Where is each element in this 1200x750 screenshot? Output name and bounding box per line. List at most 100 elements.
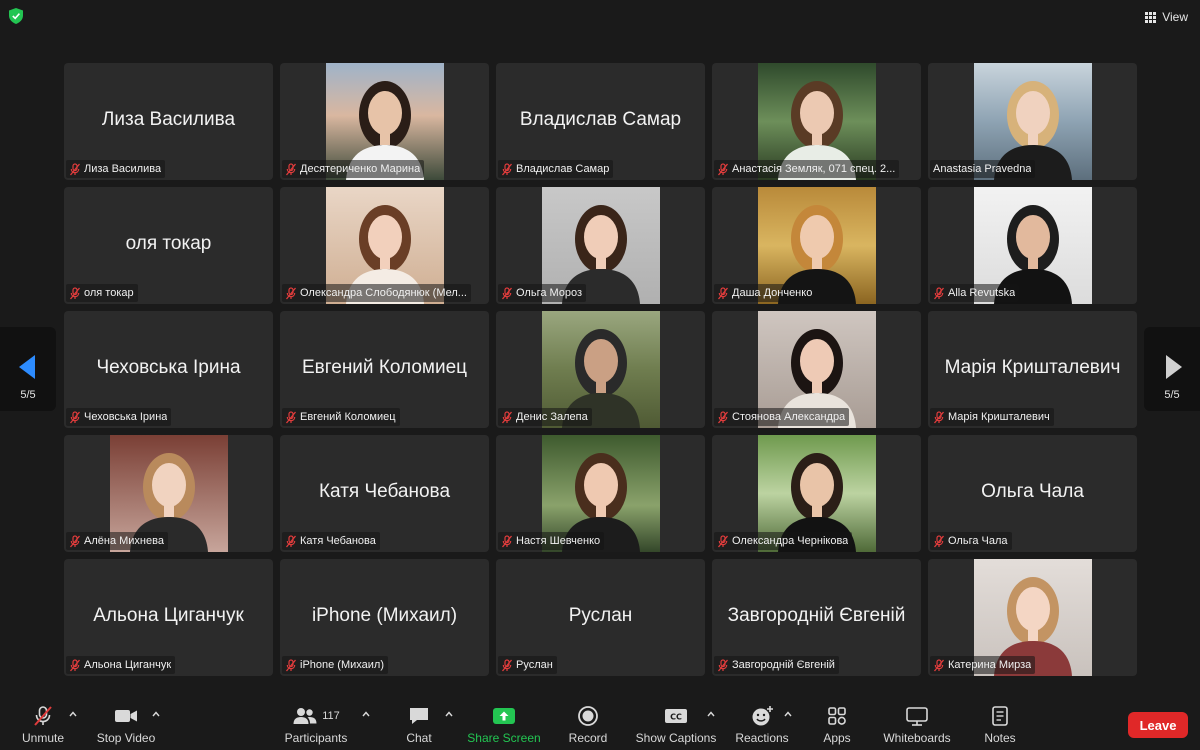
participant-nameplate: Anastasia Pravedna [930, 160, 1036, 178]
participant-name-label: Марія Кришталевич [948, 411, 1050, 423]
participant-name-label: Ольга Чала [948, 535, 1008, 547]
chat-bubble-icon [410, 708, 428, 724]
participant-display-name: Евгений Коломиец [301, 357, 468, 378]
shield-check-icon[interactable] [9, 8, 23, 24]
participant-tile[interactable]: Ольга Мороз [496, 187, 705, 304]
participant-name-label: Алёна Михнева [84, 535, 164, 547]
microphone-muted-icon [501, 534, 513, 547]
chevron-up-icon [784, 711, 792, 717]
participant-tile[interactable]: Денис Залепа [496, 311, 705, 428]
participant-tile[interactable]: Десятериченко Марина [280, 63, 489, 180]
participant-tile[interactable]: Катя Чебанова Катя Чебанова [280, 435, 489, 552]
microphone-muted-icon [69, 162, 81, 175]
participant-tile[interactable]: Альона Циганчук Альона Циганчук [64, 559, 273, 676]
participants-button[interactable]: 117 Participants [282, 705, 350, 747]
participant-name-label: Денис Залепа [516, 411, 588, 423]
record-icon [578, 706, 598, 726]
microphone-muted-icon [285, 658, 297, 671]
show-captions-button[interactable]: CC Show Captions [634, 705, 718, 747]
participant-nameplate: Alla Revutska [930, 284, 1020, 302]
participants-options-caret[interactable] [362, 710, 370, 718]
participant-tile[interactable]: Ольга Чала Ольга Чала [928, 435, 1137, 552]
participant-tile[interactable]: iPhone (Михаил) iPhone (Михаил) [280, 559, 489, 676]
top-bar: View [0, 0, 1200, 34]
participant-tile[interactable]: Марія Кришталевич Марія Кришталевич [928, 311, 1137, 428]
participants-count: 117 [322, 710, 340, 722]
captions-options-caret[interactable] [707, 710, 715, 718]
participant-nameplate: Евгений Коломиец [282, 408, 400, 426]
participant-tile[interactable]: Олександра Слободянюк (Мел... [280, 187, 489, 304]
participant-tile[interactable]: Alla Revutska [928, 187, 1137, 304]
microphone-muted-icon [285, 534, 297, 547]
participant-display-name: Ольга Чала [981, 481, 1084, 502]
closed-captions-icon: CC [665, 709, 687, 723]
reactions-options-caret[interactable] [784, 710, 792, 718]
participant-nameplate: оля токар [66, 284, 138, 302]
microphone-muted-icon [69, 286, 81, 299]
microphone-muted-icon [717, 410, 729, 423]
previous-page-button[interactable]: 5/5 [0, 327, 56, 411]
participant-tile[interactable]: Стоянова Александра [712, 311, 921, 428]
record-button[interactable]: Record [565, 705, 611, 747]
whiteboards-button[interactable]: Whiteboards [880, 705, 954, 747]
reactions-button[interactable]: Reactions [733, 705, 791, 747]
participant-name-label: Настя Шевченко [516, 535, 601, 547]
participant-tile[interactable]: Завгородній Євгеній Завгородній Євгеній [712, 559, 921, 676]
participant-tile[interactable]: Anastasia Pravedna [928, 63, 1137, 180]
view-button[interactable]: View [1145, 7, 1188, 27]
microphone-muted-icon [285, 162, 297, 175]
microphone-muted-icon [717, 286, 729, 299]
participant-tile[interactable]: Алёна Михнева [64, 435, 273, 552]
share-screen-icon [493, 708, 515, 724]
apps-icon [828, 707, 846, 725]
participant-tile[interactable]: Владислав Самар Владислав Самар [496, 63, 705, 180]
chat-button[interactable]: Chat [398, 705, 440, 747]
microphone-muted-icon [717, 534, 729, 547]
meeting-toolbar: Unmute Stop Video 117 Participants Chat … [0, 700, 1200, 750]
participant-tile[interactable]: Чеховська Ірина Чеховська Ірина [64, 311, 273, 428]
participant-nameplate: Альона Циганчук [66, 656, 176, 674]
audio-options-caret[interactable] [69, 710, 77, 718]
participant-tile[interactable]: Евгений Коломиец Евгений Коломиец [280, 311, 489, 428]
notes-button[interactable]: Notes [980, 705, 1020, 747]
participant-tile[interactable]: Лиза Василива Лиза Василива [64, 63, 273, 180]
chevron-up-icon [707, 711, 715, 717]
microphone-muted-icon [285, 286, 297, 299]
participant-name-label: Стоянова Александра [732, 411, 846, 423]
next-page-button[interactable]: 5/5 [1144, 327, 1200, 411]
participant-name-label: Альона Циганчук [84, 659, 172, 671]
microphone-muted-icon [933, 658, 945, 671]
record-label: Record [568, 731, 608, 745]
chat-options-caret[interactable] [445, 710, 453, 718]
leave-button[interactable]: Leave [1128, 712, 1188, 738]
stop-video-label: Stop Video [96, 731, 156, 745]
participant-name-label: Лиза Василива [84, 163, 162, 175]
participant-tile[interactable]: Руслан Руслан [496, 559, 705, 676]
participant-tile[interactable]: Олександра Чернікова [712, 435, 921, 552]
microphone-muted-icon [69, 410, 81, 423]
apps-button[interactable]: Apps [819, 705, 855, 747]
participant-name-label: Десятериченко Марина [300, 163, 421, 175]
whiteboard-icon [906, 707, 928, 726]
participant-nameplate: Руслан [498, 656, 557, 674]
participant-nameplate: Ольга Мороз [498, 284, 587, 302]
participant-nameplate: Чеховська Ірина [66, 408, 172, 426]
stop-video-button[interactable]: Stop Video [95, 705, 157, 747]
participant-tile[interactable]: Катерина Мирза [928, 559, 1137, 676]
show-captions-label: Show Captions [635, 731, 717, 745]
notes-icon [992, 706, 1008, 726]
arrow-right-icon [1166, 355, 1182, 379]
unmute-button[interactable]: Unmute [18, 705, 68, 747]
participant-name-label: Anastasia Pravedna [933, 163, 1032, 175]
participant-tile[interactable]: оля токар оля токар [64, 187, 273, 304]
share-screen-button[interactable]: Share Screen [467, 705, 541, 747]
video-camera-icon [115, 710, 137, 722]
participant-tile[interactable]: Даша Донченко [712, 187, 921, 304]
participant-display-name: Чеховська Ірина [96, 357, 241, 378]
participant-name-label: Олександра Чернікова [732, 535, 849, 547]
video-options-caret[interactable] [152, 710, 160, 718]
smiley-plus-icon [752, 706, 773, 726]
participant-tile[interactable]: Настя Шевченко [496, 435, 705, 552]
participant-tile[interactable]: Анастасія Земляк, 071 спец. 2... [712, 63, 921, 180]
participant-name-label: Ольга Мороз [516, 287, 583, 299]
